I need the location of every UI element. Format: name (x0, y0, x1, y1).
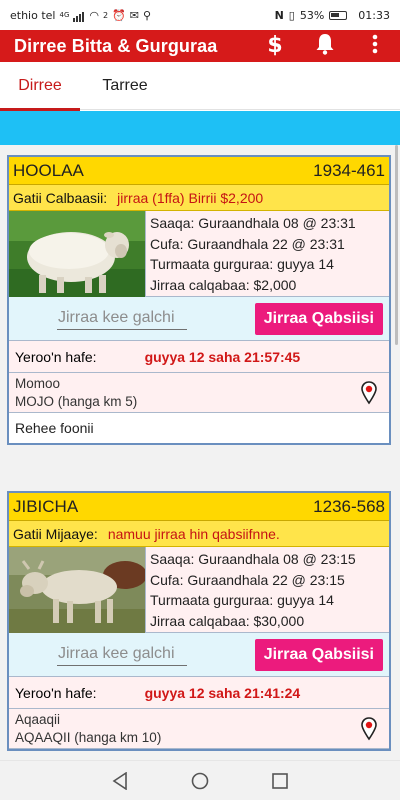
time-left-value: guyya 12 saha 21:57:45 (144, 348, 301, 365)
time-left-value: guyya 12 saha 21:41:24 (144, 684, 301, 701)
location-row: Momoo MOJO (hanga km 5) (9, 373, 389, 413)
location-row: Aqaaqii AQAAQII (hanga km 10) (9, 709, 389, 749)
start-date: Saaqa: Guraandhala 08 @ 23:31 (150, 215, 356, 231)
place-bid-button[interactable]: Jirraa Qabsiisi (254, 302, 383, 335)
battery-icon (329, 10, 348, 20)
listing-card[interactable]: HOOLAA 1934-461 Gatii Calbaasii: jirraa … (7, 155, 391, 445)
map-pin-icon[interactable] (361, 717, 377, 741)
price-label: Gatii Calbaasii: (13, 189, 108, 206)
wifi-icon: ◠ (89, 8, 99, 22)
sale-duration: Turmaata gurguraa: guyya 14 (150, 592, 334, 608)
close-date: Cufa: Guraandhala 22 @ 23:31 (150, 235, 345, 252)
time-left-label: Yeroo'n hafe: (15, 684, 97, 701)
phone-row[interactable]: Rehee foonii (9, 413, 389, 443)
carrier-name: ethio tel (10, 8, 56, 22)
listing-name: JIBICHA (13, 496, 79, 516)
bell-icon[interactable] (314, 33, 336, 60)
bid-input[interactable]: Jirraa kee galchi (57, 307, 187, 330)
listing-code: 1934-461 (313, 160, 385, 180)
listing-code: 1236-568 (313, 496, 385, 516)
location-name: Momoo (15, 376, 61, 391)
starting-bid: Jirraa calqabaa: $30,000 (150, 612, 305, 629)
blue-banner (0, 111, 400, 145)
clock: 01:33 (358, 8, 390, 22)
app-title: Dirree Bitta & Gurguraa (14, 35, 218, 56)
back-icon[interactable] (110, 771, 130, 791)
mail-icon: ✉ (129, 8, 139, 22)
price-value: jirraa (1ffa) Birrii $2,200 (117, 189, 264, 206)
scrollbar[interactable] (395, 145, 398, 345)
home-icon[interactable] (190, 771, 210, 791)
location-distance: AQAAQII (hanga km 10) (15, 730, 162, 745)
listing-card[interactable]: JIBICHA 1236-568 Gatii Mijaaye: namuu ji… (7, 491, 391, 751)
battery-percent: 53% (299, 8, 325, 22)
more-vert-icon[interactable] (364, 34, 386, 59)
sheep-photo[interactable] (9, 211, 145, 297)
place-bid-button[interactable]: Jirraa Qabsiisi (254, 638, 383, 671)
starting-bid: Jirraa calqabaa: $2,000 (150, 276, 297, 293)
app-bar: Dirree Bitta & Gurguraa $ (0, 30, 400, 62)
close-date: Cufa: Guraandhala 22 @ 23:15 (150, 571, 345, 588)
map-pin-icon[interactable] (361, 381, 377, 405)
listing-list[interactable]: HOOLAA 1934-461 Gatii Calbaasii: jirraa … (0, 145, 400, 760)
tab-dirree[interactable]: Dirree (0, 62, 80, 111)
listing-header: HOOLAA 1934-461 (9, 157, 389, 185)
price-label: Gatii Mijaaye: (13, 525, 98, 542)
recents-icon[interactable] (270, 771, 290, 791)
time-left-row: Yeroo'n hafe: guyya 12 saha 21:41:24 (9, 677, 389, 709)
tab-bar: Dirree Tarree (0, 62, 400, 111)
time-left-row: Yeroo'n hafe: guyya 12 saha 21:57:45 (9, 341, 389, 373)
bid-row: Jirraa kee galchi Jirraa Qabsiisi (9, 297, 389, 341)
listing-name: HOOLAA (13, 160, 84, 180)
listing-header: JIBICHA 1236-568 (9, 493, 389, 521)
listing-details: Saaqa: Guraandhala 08 @ 23:15 Cufa: Gura… (145, 547, 389, 632)
listing-price-row: Gatii Calbaasii: jirraa (1ffa) Birrii $2… (9, 185, 389, 211)
vibrate-icon: ▯ (288, 8, 295, 22)
sale-duration: Turmaata gurguraa: guyya 14 (150, 256, 334, 272)
price-value: namuu jirraa hin qabsiifnne. (107, 525, 280, 542)
start-date: Saaqa: Guraandhala 08 @ 23:15 (150, 551, 356, 567)
signal-icon (73, 9, 85, 22)
dollar-icon[interactable]: $ (264, 35, 286, 57)
system-nav-bar (0, 760, 400, 800)
sim2-label: 2 (102, 10, 109, 20)
cattle-photo[interactable] (9, 547, 145, 633)
listing-details: Saaqa: Guraandhala 08 @ 23:31 Cufa: Gura… (145, 211, 389, 296)
bid-row: Jirraa kee galchi Jirraa Qabsiisi (9, 633, 389, 677)
location-name: Aqaaqii (15, 712, 61, 727)
listing-price-row: Gatii Mijaaye: namuu jirraa hin qabsiifn… (9, 521, 389, 547)
usb-icon: ⚲ (143, 8, 152, 22)
network-type: 4G (59, 11, 70, 19)
status-bar: ethio tel 4G ◠ 2 ⏰ ✉ ⚲ N ▯ 53% 01:33 (0, 0, 400, 30)
nfc-icon: N (274, 8, 284, 22)
location-distance: MOJO (hanga km 5) (15, 394, 138, 409)
alarm-icon: ⏰ (112, 8, 126, 22)
tab-tarree[interactable]: Tarree (80, 62, 170, 110)
bid-input[interactable]: Jirraa kee galchi (57, 643, 187, 666)
time-left-label: Yeroo'n hafe: (15, 348, 97, 365)
phone-label: Rehee foonii (15, 420, 94, 436)
